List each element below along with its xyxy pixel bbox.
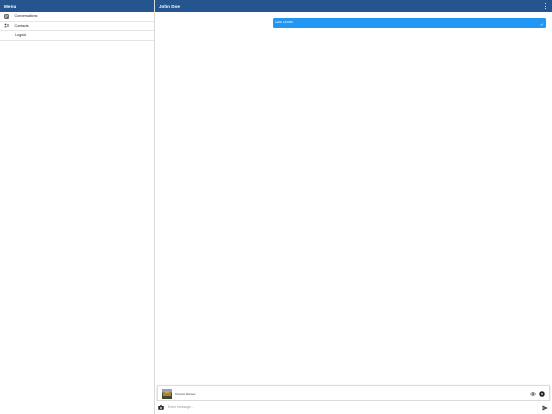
kebab-menu-icon[interactable] <box>544 3 547 9</box>
attachment-thumbnail <box>161 388 172 399</box>
chat-panel: John Doe Hallo 123456 Cheviot Ranser Ent… <box>155 0 552 414</box>
sidebar-title: Menu <box>4 3 17 9</box>
double-check-icon <box>540 23 544 26</box>
sidebar-item-logout[interactable]: Logout <box>0 31 154 41</box>
message-bubble[interactable]: Hallo 123456 <box>273 17 546 28</box>
close-circle-icon[interactable] <box>539 390 545 397</box>
sidebar-item-label: Logout <box>15 33 27 38</box>
chat-list-icon <box>4 14 9 19</box>
app-window: Menu Conversations Contacts Logout John … <box>0 0 552 414</box>
sidebar: Menu Conversations Contacts Logout <box>0 0 155 414</box>
chat-header: John Doe <box>155 0 552 12</box>
message-text: Hallo 123456 <box>275 19 293 24</box>
sidebar-item-label: Contacts <box>14 23 29 28</box>
contacts-icon <box>4 23 9 28</box>
send-icon[interactable] <box>542 405 548 411</box>
contact-name: John Doe <box>159 3 180 9</box>
sidebar-item-contacts[interactable]: Contacts <box>0 22 154 32</box>
message-input[interactable] <box>168 403 538 411</box>
sidebar-item-conversations[interactable]: Conversations <box>0 12 154 22</box>
camera-icon[interactable] <box>158 405 164 410</box>
attachment-filename: Cheviot Ranser <box>175 391 196 396</box>
attachment-preview: Cheviot Ranser <box>157 385 550 401</box>
message-list: Hallo 123456 <box>155 12 552 384</box>
eye-icon[interactable] <box>530 391 536 397</box>
composer <box>155 401 552 414</box>
sidebar-item-label: Conversations <box>14 14 38 19</box>
sidebar-header: Menu <box>0 0 154 12</box>
